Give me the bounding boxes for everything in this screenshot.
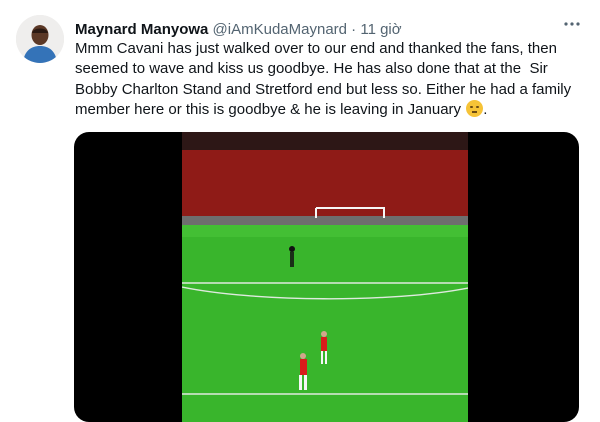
tweet-text-end: .: [483, 100, 488, 118]
more-horizontal-icon[interactable]: [558, 14, 586, 38]
video-frame: [182, 132, 468, 422]
more-icon-graphic: [564, 22, 580, 26]
tweet-text-body: Mmm Cavani has just walked over to our e…: [75, 40, 572, 118]
avatar[interactable]: [16, 15, 64, 63]
tweet: Maynard Manyowa @iAmKudaMaynard · 11 giờ…: [0, 0, 600, 422]
tweet-time[interactable]: 11 giờ: [360, 21, 401, 38]
tweet-header: Maynard Manyowa @iAmKudaMaynard · 11 giờ: [75, 20, 590, 40]
face-with-rolling-eyes-icon: [466, 99, 484, 117]
avatar-image: [16, 15, 64, 63]
tweet-video[interactable]: [74, 132, 579, 422]
tweet-text: Mmm Cavani has just walked over to our e…: [75, 39, 585, 120]
separator-dot: ·: [351, 21, 357, 38]
author-handle[interactable]: @iAmKudaMaynard: [213, 21, 347, 38]
author-name[interactable]: Maynard Manyowa: [75, 21, 208, 38]
